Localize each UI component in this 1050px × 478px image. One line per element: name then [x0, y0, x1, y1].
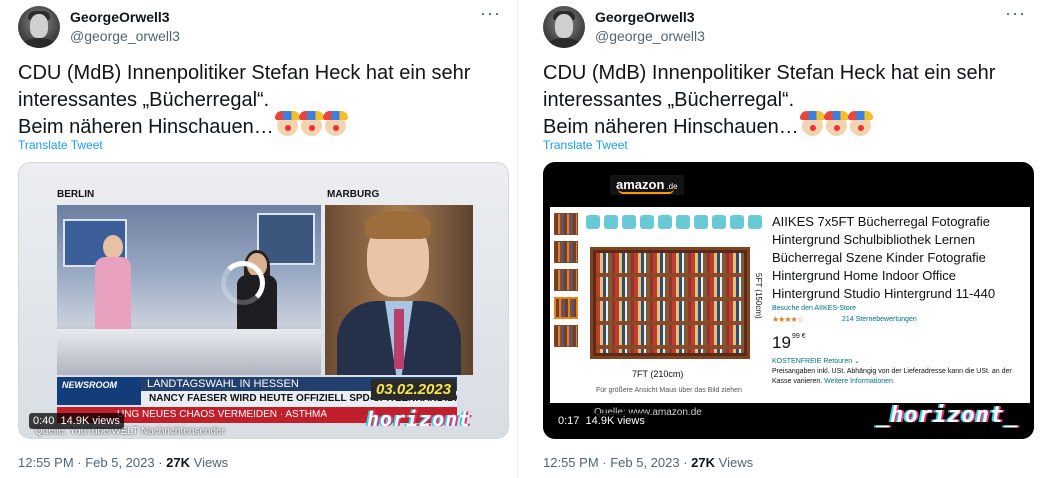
tweet-meta: 12:55 PM · Feb 5, 2023 · 27K Views — [543, 455, 754, 470]
more-options-icon[interactable]: ··· — [480, 4, 500, 24]
tweet-text-line: interessantes „Bücherregal“. — [18, 89, 270, 111]
video-duration: 0:17 — [558, 415, 580, 427]
thumbnail-selected — [554, 297, 578, 319]
product-title: AIIKES 7x5FT Bücherregal Fotografie Hint… — [772, 214, 996, 301]
translate-tweet-link[interactable]: Translate Tweet — [543, 138, 628, 152]
tweet-text-line: CDU (MdB) Innenpolitiker Stefan Heck hat… — [18, 62, 471, 84]
location-label-berlin: BERLIN — [57, 189, 95, 200]
views-count[interactable]: 27K — [166, 455, 190, 470]
thumbnail — [554, 269, 578, 291]
price-fraction: 99 € — [792, 333, 806, 340]
author-handle[interactable]: @george_orwell3 — [70, 28, 180, 44]
video-duration: 0:40 — [33, 415, 55, 427]
tweet-card-2[interactable]: GeorgeOrwell3 @george_orwell3 ··· CDU (M… — [525, 0, 1035, 478]
rating-count: 214 Sternebewertungen — [842, 316, 917, 323]
clown-face-emoji — [823, 111, 849, 136]
loading-spinner-icon — [221, 261, 265, 305]
tweet-text: CDU (MdB) Innenpolitiker Stefan Heck hat… — [543, 60, 1023, 141]
tweet-timestamp[interactable]: 12:55 PM · Feb 5, 2023 — [18, 455, 155, 470]
clown-face-emoji — [799, 111, 825, 136]
avatar[interactable] — [543, 6, 585, 48]
author-handle[interactable]: @george_orwell3 — [595, 28, 705, 44]
tweet-text-line: Beim näheren Hinschauen… — [18, 111, 498, 141]
clown-face-emoji — [274, 111, 300, 136]
interviewee-panel — [325, 205, 473, 375]
author-name[interactable]: GeorgeOrwell3 — [70, 9, 170, 25]
size-label-vertical: 5FT (150cm) — [754, 273, 763, 319]
video-duration-views-badge: 0:17 14.9K views — [554, 413, 649, 429]
tweet-text: CDU (MdB) Innenpolitiker Stefan Heck hat… — [18, 60, 498, 141]
thumbnail-strip — [554, 213, 580, 353]
avatar[interactable] — [18, 6, 60, 48]
tweet-card-1[interactable]: GeorgeOrwell3 @george_orwell3 ··· CDU (M… — [0, 0, 518, 478]
clown-face-emoji — [322, 111, 348, 136]
amazon-product-page: 5FT (150cm) 7FT (210cm) Für größere Ansi… — [550, 207, 1030, 403]
tweet-text-line: Beim näheren Hinschauen… — [543, 111, 1023, 141]
video-views: 14.9K views — [60, 415, 120, 427]
author-name[interactable]: GeorgeOrwell3 — [595, 9, 695, 25]
tweet-text-line: interessantes „Bücherregal“. — [543, 89, 795, 111]
video-player[interactable]: amazon .de 5FT (150cm) 7FT (210cm) Für gr… — [543, 162, 1034, 439]
feature-icon-row — [586, 215, 762, 229]
tweet-text-line: CDU (MdB) Innenpolitiker Stefan Heck hat… — [543, 62, 996, 84]
views-count[interactable]: 27K — [691, 455, 715, 470]
tweet-meta: 12:55 PM · Feb 5, 2023 · 27K Views — [18, 455, 229, 470]
size-label-horizontal: 7FT (210cm) — [632, 369, 684, 379]
vat-note: Preisangaben inkl. USt. Abhängig von der… — [772, 368, 1012, 385]
video-duration-views-badge: 0:40 14.9K views — [29, 413, 124, 429]
star-rating-icon: ★★★★☆ — [772, 315, 804, 324]
date-badge: 03.02.2023 — [371, 379, 457, 400]
clown-face-emoji — [298, 111, 324, 136]
location-label-marburg: MARBURG — [327, 189, 380, 200]
views-label: Views — [193, 455, 229, 470]
store-link: Besuche den AIIKES-Store — [772, 305, 857, 312]
video-views: 14.9K views — [585, 415, 645, 427]
horizont-watermark: _horizont_ — [876, 403, 1019, 428]
video-player[interactable]: BERLIN MARBURG NEWSROOM LANDTAGSWAHL IN … — [18, 162, 509, 439]
clown-face-emoji — [847, 111, 873, 136]
horizont-watermark: horizont — [367, 407, 472, 431]
thumbnail — [554, 213, 578, 235]
free-returns-label: KOSTENFREIE Retouren ⌄ — [772, 358, 860, 365]
amazon-logo: amazon .de — [610, 175, 684, 195]
views-label: Views — [718, 455, 754, 470]
bookshelf-image — [590, 247, 750, 359]
more-options-icon[interactable]: ··· — [1005, 4, 1025, 24]
thumbnail — [554, 325, 578, 347]
thumbnail — [554, 241, 578, 263]
studio-panel — [57, 205, 321, 375]
tweet-timestamp[interactable]: 12:55 PM · Feb 5, 2023 — [543, 455, 680, 470]
translate-tweet-link[interactable]: Translate Tweet — [18, 138, 103, 152]
price: 19 — [772, 333, 791, 352]
more-info-link: Weitere Informationen. — [824, 378, 895, 385]
newsroom-label: NEWSROOM — [57, 377, 141, 405]
hover-hint: Für größere Ansicht Maus über das Bild z… — [596, 387, 742, 394]
